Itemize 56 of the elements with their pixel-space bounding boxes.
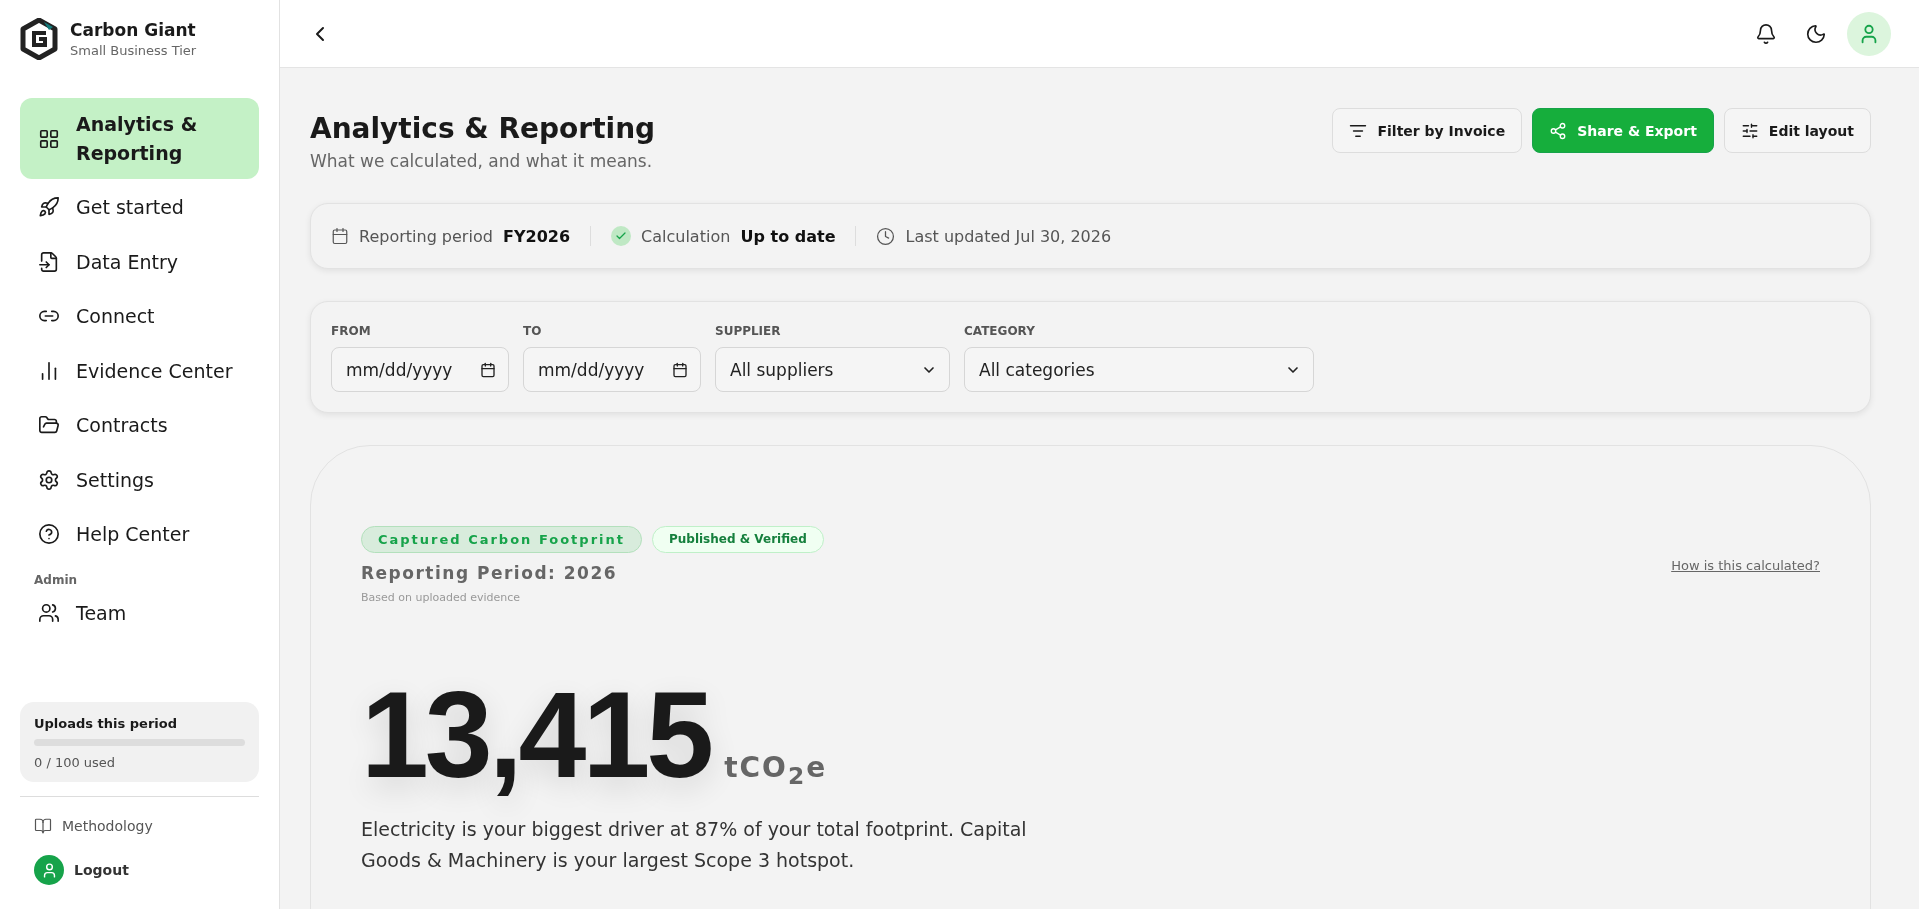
badge: Captured Carbon Footprint xyxy=(361,526,642,553)
users-icon xyxy=(38,601,60,624)
sliders-icon xyxy=(1740,121,1759,140)
nav-item[interactable]: Get started xyxy=(20,181,259,234)
select-field[interactable]: All categories xyxy=(964,347,1314,392)
date-field[interactable]: mm/dd/yyyy xyxy=(523,347,701,392)
footprint-value: 13,415 xyxy=(361,674,711,796)
basis-note: Based on uploaded evidence xyxy=(361,591,522,604)
action-button[interactable]: Edit layout xyxy=(1723,108,1871,153)
nav-icon xyxy=(38,250,60,273)
bell-icon xyxy=(1755,22,1777,45)
moon-icon xyxy=(1805,22,1827,45)
nav-icon xyxy=(38,468,60,491)
reporting-period: Reporting Period: 2026 xyxy=(361,563,618,583)
logo-icon xyxy=(20,18,58,60)
date-field[interactable]: mm/dd/yyyy xyxy=(331,347,509,392)
page-title: Analytics & Reporting xyxy=(310,112,656,145)
calendar-icon xyxy=(480,361,496,378)
page-subtitle: What we calculated, and what it means. xyxy=(310,151,654,171)
uploads-title: Uploads this period xyxy=(34,716,178,731)
calendar-icon xyxy=(331,227,349,245)
filter-label: CATEGORY xyxy=(964,324,1036,338)
nav-item[interactable]: Analytics & Reporting xyxy=(20,98,259,179)
status-text: Calculation Up to date xyxy=(641,226,836,246)
filter-label: SUPPLIER xyxy=(715,324,782,338)
nav-item[interactable]: Connect xyxy=(20,290,259,343)
logout-button[interactable]: Logout xyxy=(20,845,259,895)
methodology-link[interactable]: Methodology xyxy=(20,807,259,845)
badge: Published & Verified xyxy=(651,526,824,553)
footprint-unit: tCO$_{2}$e xyxy=(724,751,828,790)
nav-icon xyxy=(38,523,60,546)
brand-name: Carbon Giant xyxy=(70,20,197,40)
status-text: Reporting period FY2026 xyxy=(359,226,571,246)
book-icon xyxy=(34,817,52,835)
uploads-reading: 0 / 100 used xyxy=(34,755,117,770)
nav-item[interactable]: Settings xyxy=(20,453,259,506)
nav-item[interactable]: Contracts xyxy=(20,399,259,452)
section-label: Admin xyxy=(34,572,79,587)
nav-icon xyxy=(38,196,60,219)
nav-icon xyxy=(38,127,60,150)
brand-subtitle: Small Business Tier xyxy=(70,43,197,58)
how-calculated-link[interactable]: How is this calculated? xyxy=(1671,558,1820,573)
footprint-summary: Electricity is your biggest driver at 87% of your total footprint. Capital Goods & Machinery is your largest Scope 3 hotspot. xyxy=(361,817,1028,874)
clock-icon xyxy=(876,226,896,246)
nav-item[interactable]: Help Center xyxy=(20,508,259,561)
filter-label: FROM xyxy=(331,324,372,338)
select-field[interactable]: All suppliers xyxy=(715,347,950,392)
profile-button[interactable] xyxy=(1847,11,1891,56)
nav-item[interactable]: Team xyxy=(20,594,259,631)
action-button[interactable]: Filter by Invoice xyxy=(1332,108,1523,153)
nav-item[interactable]: Evidence Center xyxy=(20,344,259,397)
calendar-icon xyxy=(672,361,688,378)
status-text: Last updated Jul 30, 2026 xyxy=(905,226,1112,246)
share-icon xyxy=(1549,121,1568,140)
nav-item[interactable]: Data Entry xyxy=(20,235,259,288)
filter-label: TO xyxy=(523,324,543,338)
